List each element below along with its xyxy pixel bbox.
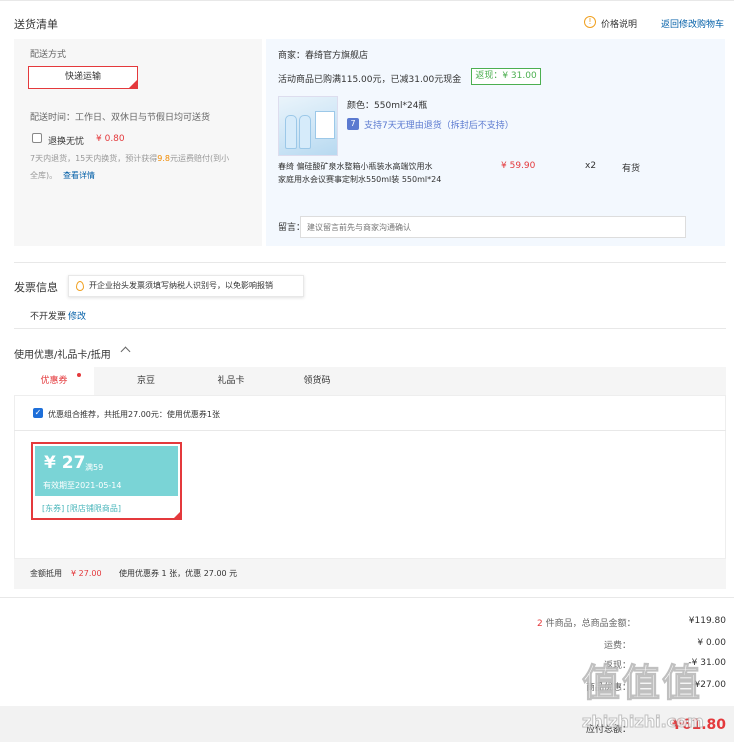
tab-coupon[interactable]: 优惠券 xyxy=(14,367,94,395)
shipping-method-label: 快递运输 xyxy=(64,72,101,82)
recommend-checkbox[interactable]: ✓ xyxy=(33,408,43,418)
discount-title[interactable]: 使用优惠/礼品卡/抵用 xyxy=(14,346,111,361)
view-details-link[interactable]: 查看详情 xyxy=(63,170,95,181)
bottle-graphic xyxy=(299,115,311,149)
discount-summary: 金额抵用 ¥ 27.00 使用优惠券 1 张，优惠 27.00 元 xyxy=(14,559,726,589)
watermark-logo: 值值值 xyxy=(581,661,703,706)
section-divider xyxy=(14,328,726,329)
shipping-method-button[interactable]: 快递运输 xyxy=(28,66,138,89)
back-to-cart-link[interactable]: 返回修改购物车 xyxy=(661,17,724,30)
worry-free-price: ¥ 0.80 xyxy=(96,134,125,144)
color-spec: 颜色：550ml*24瓶 xyxy=(347,101,428,111)
product-qty: x2 xyxy=(585,161,597,171)
tab-redeem-code[interactable]: 领货码 xyxy=(277,367,357,395)
freight-amount: ¥ 0.00 xyxy=(697,638,726,648)
coupon-selected-icon xyxy=(173,511,181,519)
bottle-graphic xyxy=(285,115,297,149)
freight-label: 运费： xyxy=(603,641,631,651)
bulb-icon xyxy=(76,281,84,291)
coupon-face: ¥ 27 满59 有效期至2021-05-14 xyxy=(35,446,178,496)
discount-tabs: 优惠券 京豆 礼品卡 领货码 xyxy=(14,367,726,395)
watermark-domain: zhizhizhi.com xyxy=(582,712,705,732)
totals-divider xyxy=(0,597,734,598)
product-title-line2[interactable]: 家庭用水会议赛事定制水550ml装 550ml*24 xyxy=(278,174,441,185)
coupon-card[interactable]: ¥ 27 满59 有效期至2021-05-14 [东券] [限店铺限商品] xyxy=(31,442,182,520)
coupon-divider xyxy=(14,430,726,431)
note-input[interactable] xyxy=(300,216,686,238)
box-graphic xyxy=(315,111,335,139)
items-total-label: 2 件商品，总商品金额： xyxy=(537,619,636,629)
invoice-status: 不开发票 xyxy=(30,312,67,322)
stock-status: 有货 xyxy=(622,164,641,174)
summary-amount: ¥ 27.00 xyxy=(71,569,102,578)
price-note-link[interactable]: 价格说明 xyxy=(601,17,637,30)
coupon-validity: 有效期至2021-05-14 xyxy=(43,481,122,490)
invoice-modify-link[interactable]: 修改 xyxy=(68,309,86,322)
coupon-threshold: 满59 xyxy=(85,463,104,472)
coupon-tags: [东券] [限店铺限商品] xyxy=(42,504,122,513)
return-policy-icon: 7 xyxy=(347,118,359,130)
chevron-up-icon[interactable] xyxy=(120,346,131,357)
recommend-text: 优惠组合推荐，共抵用27.00元：使用优惠券1张 xyxy=(48,410,220,419)
return-policy-text: 支持7天无理由退货（拆封后不支持） xyxy=(364,121,514,131)
invoice-tip: 开企业抬头发票须填写纳税人识别号，以免影响报销 xyxy=(68,275,304,297)
delivery-method-label: 配送方式 xyxy=(30,50,67,60)
selected-corner-icon xyxy=(129,80,137,88)
worry-free-desc: 7天内退货，15天内换货，预计获得9.8元运费赔付(到小 xyxy=(30,154,230,163)
cashback-badge: 返现：¥ 31.00 xyxy=(471,68,541,85)
tab-jingdou[interactable]: 京豆 xyxy=(106,367,186,395)
shipping-list-title: 送货清单 xyxy=(14,18,58,31)
summary-label: 金额抵用 xyxy=(30,569,62,578)
product-title[interactable]: 春绮 偏硅酸矿泉水整箱小瓶装水高端饮用水 xyxy=(278,161,433,172)
tab-dot-icon xyxy=(77,373,81,377)
product-image[interactable] xyxy=(278,96,338,156)
coupon-amount: ¥ 27 xyxy=(44,453,86,473)
worry-free-checkbox[interactable] xyxy=(32,133,42,143)
checkout-page: 送货清单 ! 价格说明 返回修改购物车 配送方式 快递运输 配送时间：工作日、双… xyxy=(0,0,734,742)
merchant-name[interactable]: 商家：春绮官方旗舰店 xyxy=(278,48,368,61)
invoice-title: 发票信息 xyxy=(14,281,58,294)
worry-free-desc-line2: 全库)。 xyxy=(30,171,58,180)
section-divider xyxy=(14,262,726,263)
promo-text: 活动商品已购满115.00元，已减31.00元现金 xyxy=(278,75,462,85)
top-divider xyxy=(0,0,734,1)
items-total-amount: ¥119.80 xyxy=(688,616,726,626)
delivery-time: 配送时间：工作日、双休日与节假日均可送货 xyxy=(30,113,211,123)
tab-gift-card[interactable]: 礼品卡 xyxy=(191,367,271,395)
info-icon: ! xyxy=(584,16,596,28)
worry-free-label: 退换无忧 xyxy=(48,137,85,147)
invoice-tip-text: 开企业抬头发票须填写纳税人识别号，以免影响报销 xyxy=(89,281,273,290)
summary-detail: 使用优惠券 1 张，优惠 27.00 元 xyxy=(119,569,238,578)
product-price: ¥ 59.90 xyxy=(501,161,536,171)
